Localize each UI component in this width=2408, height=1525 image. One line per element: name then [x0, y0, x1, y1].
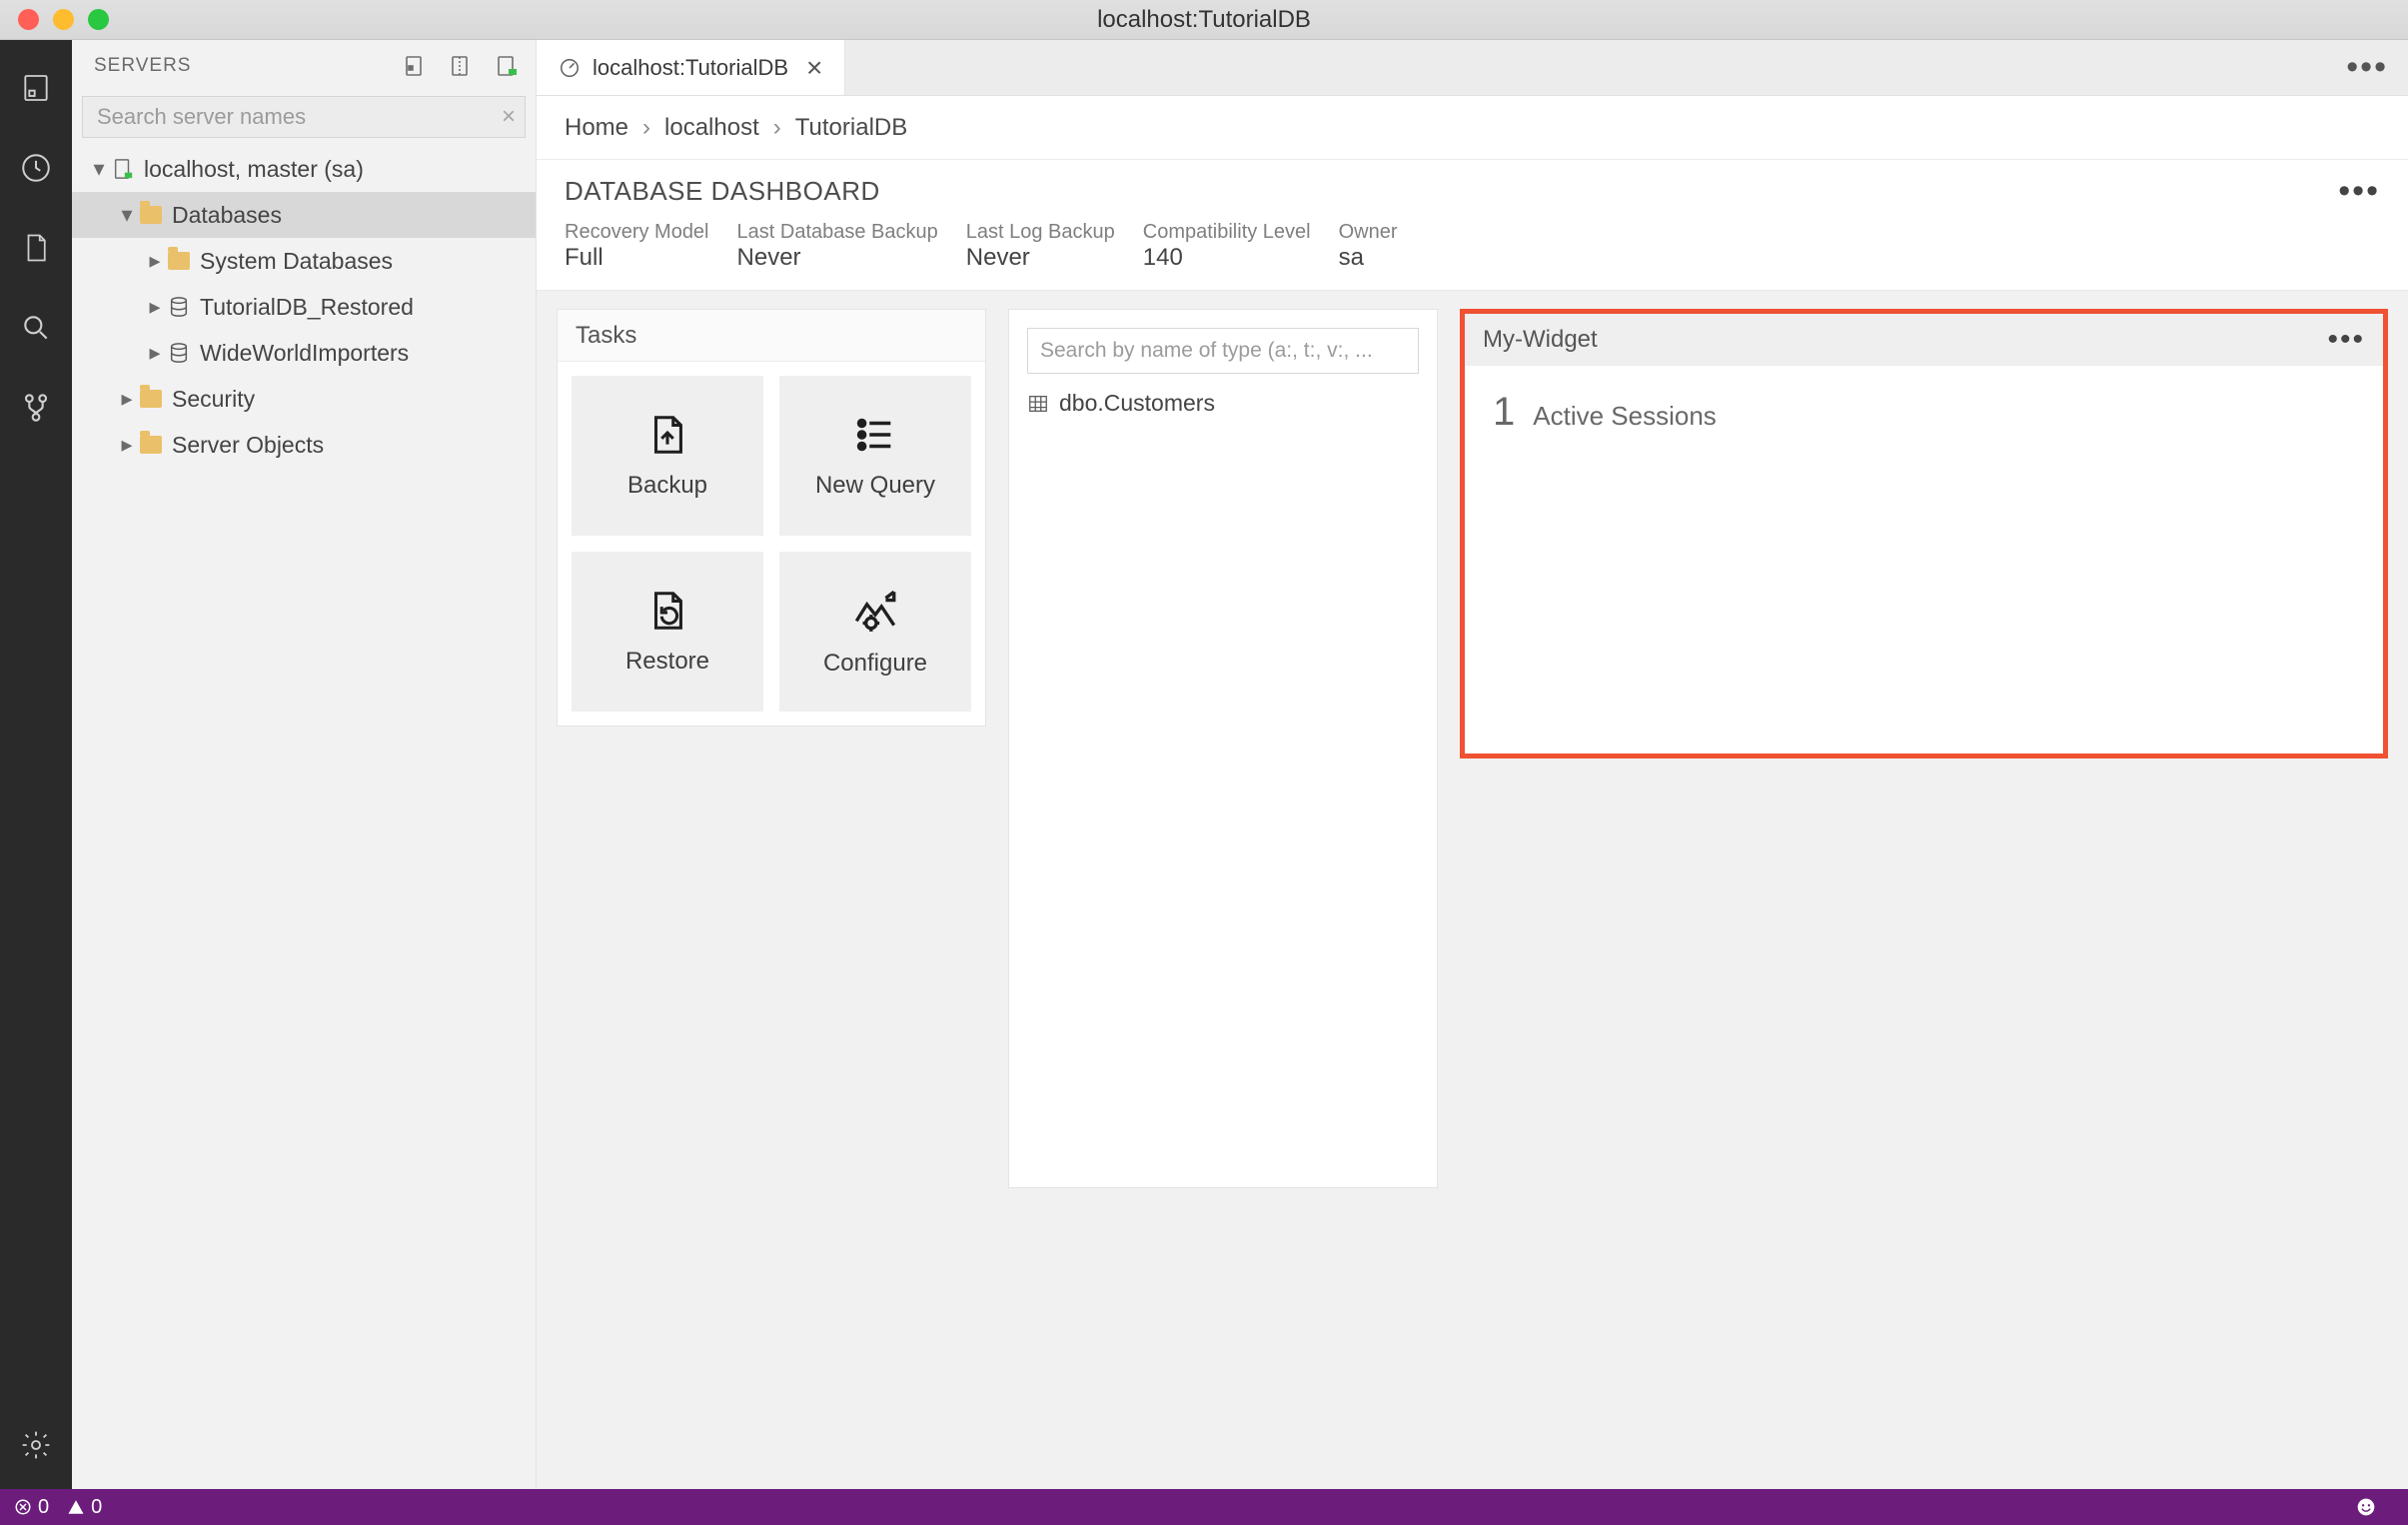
breadcrumb: Home › localhost › TutorialDB	[537, 96, 2408, 160]
dashboard-metrics: Recovery ModelFull Last Database BackupN…	[537, 211, 2408, 291]
databases-node[interactable]: ▾ Databases	[72, 192, 536, 238]
metric-label: Last Log Backup	[966, 221, 1115, 244]
widget-count: 1	[1493, 390, 1515, 435]
history-activity-icon[interactable]	[14, 138, 58, 198]
servers-sidepanel: SERVERS × ▾	[72, 40, 537, 1489]
metric-label: Owner	[1339, 221, 1398, 244]
titlebar: localhost:TutorialDB	[0, 0, 2408, 40]
security-node[interactable]: ▸ Security	[72, 376, 536, 422]
activity-bar	[0, 40, 72, 1489]
minimize-window[interactable]	[53, 9, 74, 30]
tab-label: localhost:TutorialDB	[593, 55, 788, 81]
new-query-button[interactable]: New Query	[779, 376, 971, 536]
feedback-icon[interactable]	[2356, 1497, 2376, 1517]
tasks-panel: Tasks Backup New Query Restore	[557, 309, 986, 727]
security-label: Security	[172, 386, 255, 413]
databases-label: Databases	[172, 202, 282, 229]
metric-value: Never	[966, 244, 1115, 272]
metric-label: Compatibility Level	[1143, 221, 1311, 244]
active-connections-icon[interactable]	[496, 54, 520, 78]
zoom-window[interactable]	[88, 9, 109, 30]
server-search-input[interactable]	[82, 96, 526, 138]
metric-value: 140	[1143, 244, 1311, 272]
clear-search-icon[interactable]: ×	[502, 103, 516, 131]
window-title: localhost:TutorialDB	[1097, 6, 1311, 34]
my-widget-panel: My-Widget ••• 1 Active Sessions	[1460, 309, 2388, 759]
object-search-panel: dbo.Customers	[1008, 309, 1438, 1188]
widget-title: My-Widget	[1483, 326, 1598, 354]
metric-value: Full	[565, 244, 709, 272]
sidepanel-title: SERVERS	[94, 55, 191, 77]
metric-value: sa	[1339, 244, 1398, 272]
close-window[interactable]	[18, 9, 39, 30]
tutorialdb-restored-node[interactable]: ▸ TutorialDB_Restored	[72, 284, 536, 330]
wideworldimporters-label: WideWorldImporters	[200, 340, 409, 367]
breadcrumb-db[interactable]: TutorialDB	[795, 114, 907, 142]
servers-tree: ▾ localhost, master (sa) ▾ Databases ▸ S…	[72, 144, 536, 1489]
status-bar: 0 0	[0, 1489, 2408, 1525]
metric-label: Recovery Model	[565, 221, 709, 244]
widget-more-icon[interactable]: •••	[2327, 323, 2365, 357]
folder-icon	[138, 432, 164, 458]
servers-activity-icon[interactable]	[14, 58, 58, 118]
wideworldimporters-node[interactable]: ▸ WideWorldImporters	[72, 330, 536, 376]
system-databases-label: System Databases	[200, 248, 393, 275]
tutorialdb-restored-label: TutorialDB_Restored	[200, 294, 414, 321]
close-tab-icon[interactable]: ×	[806, 54, 822, 82]
database-icon	[166, 340, 192, 366]
status-warnings[interactable]: 0	[67, 1496, 102, 1519]
source-control-activity-icon[interactable]	[14, 378, 58, 438]
search-result-item[interactable]: dbo.Customers	[1027, 390, 1419, 417]
backup-button[interactable]: Backup	[572, 376, 763, 536]
server-icon	[110, 156, 136, 182]
object-search-input[interactable]	[1027, 328, 1419, 374]
configure-label: Configure	[823, 650, 927, 678]
folder-icon	[138, 202, 164, 228]
new-connection-icon[interactable]	[404, 54, 428, 78]
metric-value: Never	[737, 244, 938, 272]
status-errors[interactable]: 0	[14, 1496, 49, 1519]
tab-tutorialdb[interactable]: localhost:TutorialDB ×	[537, 40, 845, 95]
tasks-title: Tasks	[558, 310, 985, 362]
restore-label: Restore	[625, 648, 709, 676]
settings-activity-icon[interactable]	[14, 1415, 58, 1475]
chevron-right-icon: ›	[642, 114, 650, 142]
folder-icon	[166, 248, 192, 274]
dashboard-tab-icon	[559, 57, 581, 79]
server-label: localhost, master (sa)	[144, 156, 364, 183]
tab-bar: localhost:TutorialDB × •••	[537, 40, 2408, 96]
table-icon	[1027, 393, 1049, 415]
tabbar-more-icon[interactable]: •••	[2326, 40, 2408, 95]
search-result-label: dbo.Customers	[1059, 390, 1215, 417]
dashboard-more-icon[interactable]: •••	[2338, 172, 2380, 211]
file-activity-icon[interactable]	[14, 218, 58, 278]
configure-button[interactable]: Configure	[779, 552, 971, 712]
breadcrumb-host[interactable]: localhost	[664, 114, 759, 142]
widget-label: Active Sessions	[1533, 401, 1717, 432]
chevron-right-icon: ›	[773, 114, 781, 142]
folder-icon	[138, 386, 164, 412]
new-group-icon[interactable]	[450, 54, 474, 78]
server-node[interactable]: ▾ localhost, master (sa)	[72, 146, 536, 192]
breadcrumb-home[interactable]: Home	[565, 114, 628, 142]
metric-label: Last Database Backup	[737, 221, 938, 244]
system-databases-node[interactable]: ▸ System Databases	[72, 238, 536, 284]
new-query-label: New Query	[815, 472, 935, 500]
database-icon	[166, 294, 192, 320]
dashboard-heading: DATABASE DASHBOARD	[565, 176, 880, 207]
restore-button[interactable]: Restore	[572, 552, 763, 712]
search-activity-icon[interactable]	[14, 298, 58, 358]
server-objects-label: Server Objects	[172, 432, 324, 459]
traffic-lights	[18, 9, 109, 30]
server-objects-node[interactable]: ▸ Server Objects	[72, 422, 536, 468]
backup-label: Backup	[627, 472, 707, 500]
